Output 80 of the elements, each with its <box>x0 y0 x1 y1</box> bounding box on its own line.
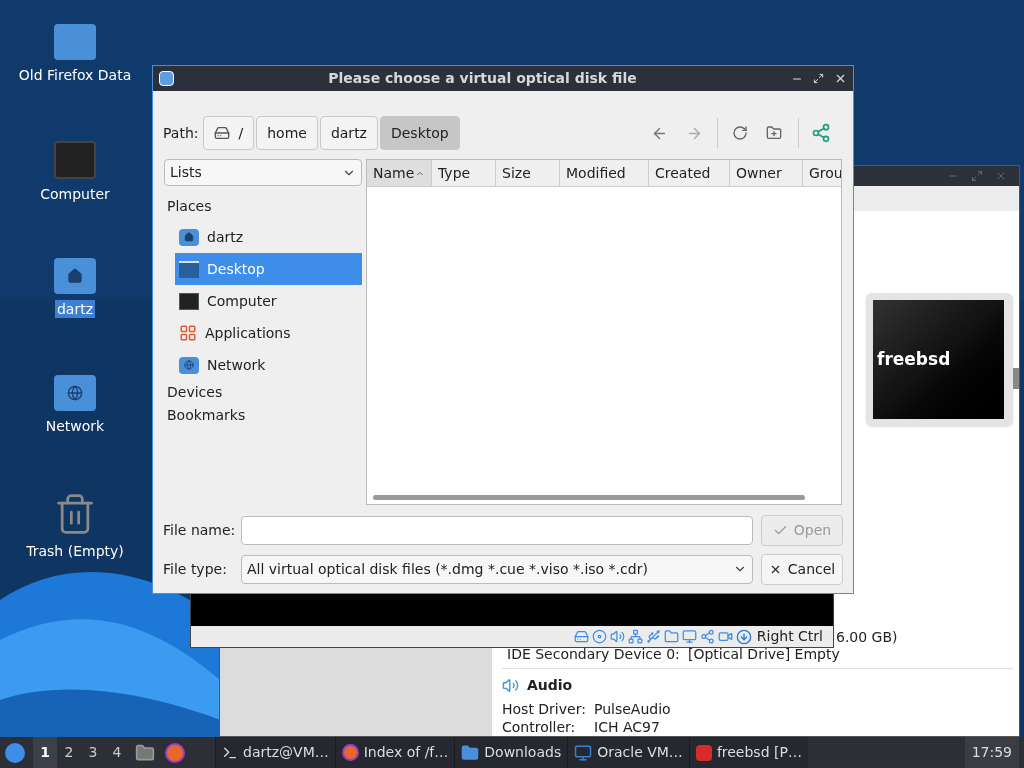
place-item[interactable]: Computer <box>175 285 362 317</box>
workspace-button[interactable]: 1 <box>33 737 57 768</box>
monitor-icon <box>179 292 199 310</box>
section-heading[interactable]: Devices <box>167 381 362 404</box>
desktop-icon-label[interactable]: Computer <box>38 185 112 203</box>
scrollbar-thumb[interactable] <box>373 494 805 500</box>
workspace-button[interactable]: 4 <box>105 737 129 768</box>
status-icon[interactable] <box>591 629 607 644</box>
audio-label: Host Driver: <box>502 699 587 719</box>
field-label: File name: <box>163 520 233 540</box>
taskbar-task[interactable]: freebsd [P… <box>688 737 808 768</box>
reload-icon[interactable] <box>732 125 748 141</box>
keyboard-icon[interactable] <box>735 628 752 645</box>
status-icon[interactable] <box>699 629 715 644</box>
storage-value: 6.00 GB) <box>836 627 898 647</box>
status-icon[interactable] <box>663 629 679 644</box>
speaker-icon <box>502 677 519 694</box>
path-button[interactable]: / <box>203 116 255 150</box>
audio-value: ICH AC97 <box>594 717 660 737</box>
path-button[interactable]: Desktop <box>379 116 460 150</box>
preview-title: freebsd <box>877 347 951 371</box>
field-label: File type: <box>163 559 228 579</box>
file-name-field[interactable] <box>241 515 753 545</box>
place-item[interactable]: dartz <box>175 221 362 253</box>
folder-icon <box>461 743 480 762</box>
home-folder-icon <box>179 228 199 246</box>
section-heading[interactable]: Bookmarks <box>167 404 362 427</box>
file-type-select[interactable]: All virtual optical disk files (*.dmg *.cue *.viso *.iso *.cdr) <box>241 554 753 584</box>
path-label: Path: <box>163 123 199 143</box>
apps-icon <box>179 324 197 342</box>
audio-label: Controller: <box>502 717 577 737</box>
desktop-icon <box>179 260 199 278</box>
view-select[interactable]: Lists <box>164 159 362 186</box>
section-heading: Places <box>167 197 213 216</box>
taskbar-task[interactable]: dartz@VM… <box>215 737 335 768</box>
desktop-icon-label[interactable]: dartz <box>54 300 96 318</box>
path-button[interactable]: home <box>256 116 318 150</box>
start-menu-icon[interactable] <box>5 742 25 763</box>
storage-label: IDE Secondary Device 0: <box>507 644 681 664</box>
section-title: Audio <box>527 676 573 695</box>
status-icon[interactable] <box>609 629 625 644</box>
app-icon <box>159 71 174 86</box>
drive-icon <box>214 125 231 141</box>
monitor-icon <box>54 141 96 179</box>
storage-value: [Optical Drive] Empty <box>688 644 840 664</box>
new-folder-icon[interactable] <box>766 125 782 141</box>
status-icon[interactable] <box>645 629 661 644</box>
status-icon[interactable] <box>681 629 697 644</box>
workspace-button[interactable]: 3 <box>81 737 105 768</box>
monitor-icon <box>574 743 593 762</box>
status-icon[interactable] <box>573 629 589 644</box>
network-folder-icon <box>179 356 199 374</box>
audio-value: PulseAudio <box>594 699 671 719</box>
clock: 17:59 <box>964 737 1019 768</box>
desktop-icon-label[interactable]: Network <box>43 417 107 435</box>
home-folder-icon <box>54 258 96 294</box>
maximize-icon[interactable] <box>813 73 824 84</box>
vm-icon <box>695 744 712 761</box>
network-folder-icon <box>54 375 96 411</box>
folder-icon <box>54 24 96 60</box>
desktop-icon-label[interactable]: Old Firefox Data <box>16 66 134 84</box>
browser-icon[interactable] <box>165 742 185 763</box>
place-item[interactable]: Network <box>175 349 362 381</box>
path-button[interactable]: dartz <box>319 116 378 150</box>
host-key-label: Right Ctrl <box>756 627 823 646</box>
file-manager-icon[interactable] <box>135 742 155 763</box>
window-title: Please choose a virtual optical disk file <box>327 69 638 88</box>
status-icon[interactable] <box>717 629 733 644</box>
browser-icon <box>341 744 359 761</box>
taskbar-task[interactable]: Oracle VM… <box>567 737 689 768</box>
place-item[interactable]: Applications <box>175 317 362 349</box>
workspace-button[interactable]: 2 <box>57 737 81 768</box>
column-header[interactable]: Name <box>367 160 432 186</box>
desktop-icon-label[interactable]: Trash (Empty) <box>24 542 126 560</box>
cancel-button[interactable]: Cancel <box>761 553 843 585</box>
taskbar-task[interactable]: Downloads <box>454 737 568 768</box>
status-icon[interactable] <box>627 629 643 644</box>
taskbar-task[interactable]: Index of /f… <box>334 737 455 768</box>
close-icon[interactable] <box>834 72 847 85</box>
scrollbar-thumb[interactable] <box>1013 368 1019 389</box>
